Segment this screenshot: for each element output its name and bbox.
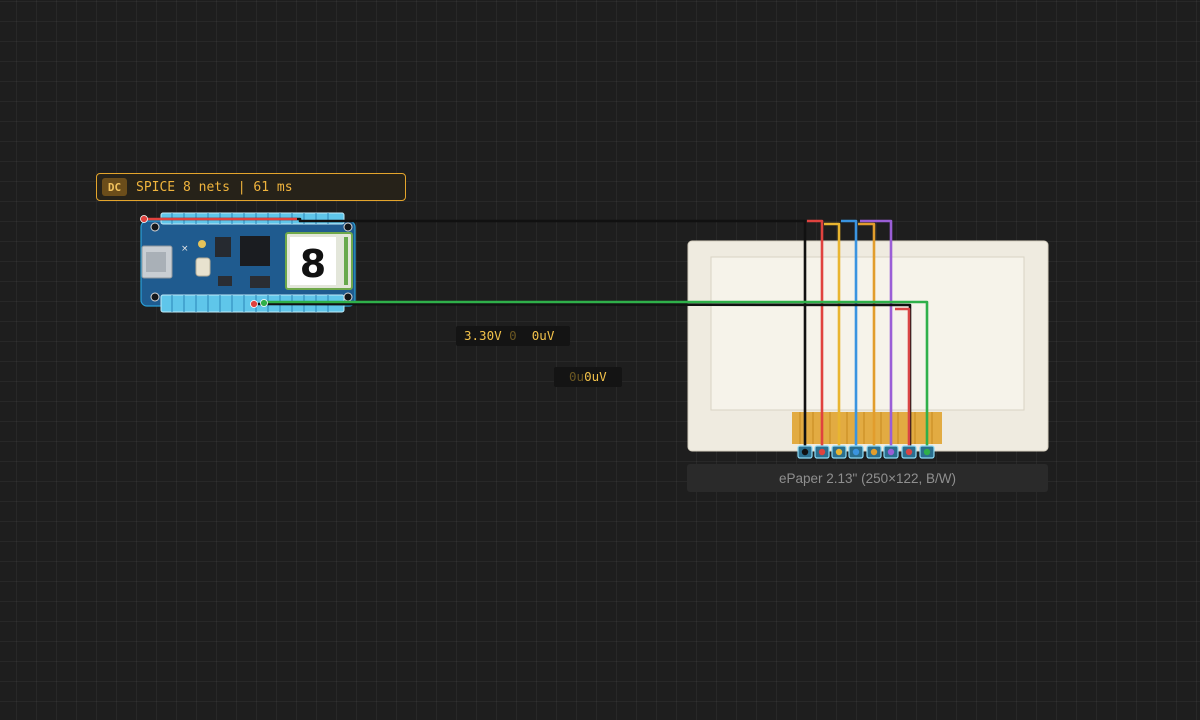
probe-voltage-value-2: 0uV (584, 369, 607, 384)
pin-endpoint-green[interactable] (260, 299, 268, 307)
chip-small-1 (250, 276, 270, 288)
mcu-board[interactable]: × 8 (140, 212, 356, 313)
probe-voltage-value: 3.30V (464, 328, 502, 343)
crystal (198, 240, 206, 248)
voltage-probe-readout[interactable]: 3.30V 0 0uV (456, 326, 570, 346)
fpc-dot-4 (852, 448, 860, 456)
probe-ghost-value-2: 0u (569, 369, 585, 384)
logo-icon: 8 (300, 242, 326, 286)
power-ic (215, 237, 231, 257)
probe-secondary-value: 0uV (531, 328, 555, 343)
fpc-dot-8 (923, 448, 931, 456)
component-label: ePaper 2.13" (250×122, B/W) (687, 464, 1048, 492)
dc-mode-badge[interactable]: DC (102, 178, 127, 196)
fpc-dot-1 (801, 448, 809, 456)
mount-hole (343, 292, 353, 302)
probe-ghost-value: 0 (509, 328, 517, 343)
fpc-dot-7 (905, 448, 913, 456)
fpc-dot-5 (870, 448, 878, 456)
silkscreen-x: × (181, 244, 189, 254)
fpc-dot-3 (835, 448, 843, 456)
fpc-dot-2 (818, 448, 826, 456)
epaper-fpc-connector (792, 412, 942, 444)
chip-small-2 (218, 276, 232, 286)
fpc-dot-6 (887, 448, 895, 456)
pin-endpoint-red[interactable] (140, 215, 148, 223)
circuit-layer: × 8 (140, 212, 1049, 459)
reset-button[interactable] (195, 257, 211, 277)
simulation-status-text: SPICE 8 nets | 61 ms (136, 179, 293, 195)
mount-hole (150, 222, 160, 232)
epaper-screen (710, 256, 1025, 411)
epaper-display[interactable] (687, 240, 1049, 452)
mount-hole (150, 292, 160, 302)
main-chip (240, 236, 270, 266)
pin-endpoint-red2[interactable] (250, 300, 258, 308)
epaper-label-text: ePaper 2.13" (250×122, B/W) (778, 470, 957, 486)
mount-hole (343, 222, 353, 232)
simulation-status-bar: DC SPICE 8 nets | 61 ms (96, 173, 406, 201)
usb-port-opening (146, 252, 166, 272)
voltage-probe-readout-2[interactable]: 0u0uV (554, 367, 622, 387)
radio-antenna-trace (344, 237, 348, 285)
